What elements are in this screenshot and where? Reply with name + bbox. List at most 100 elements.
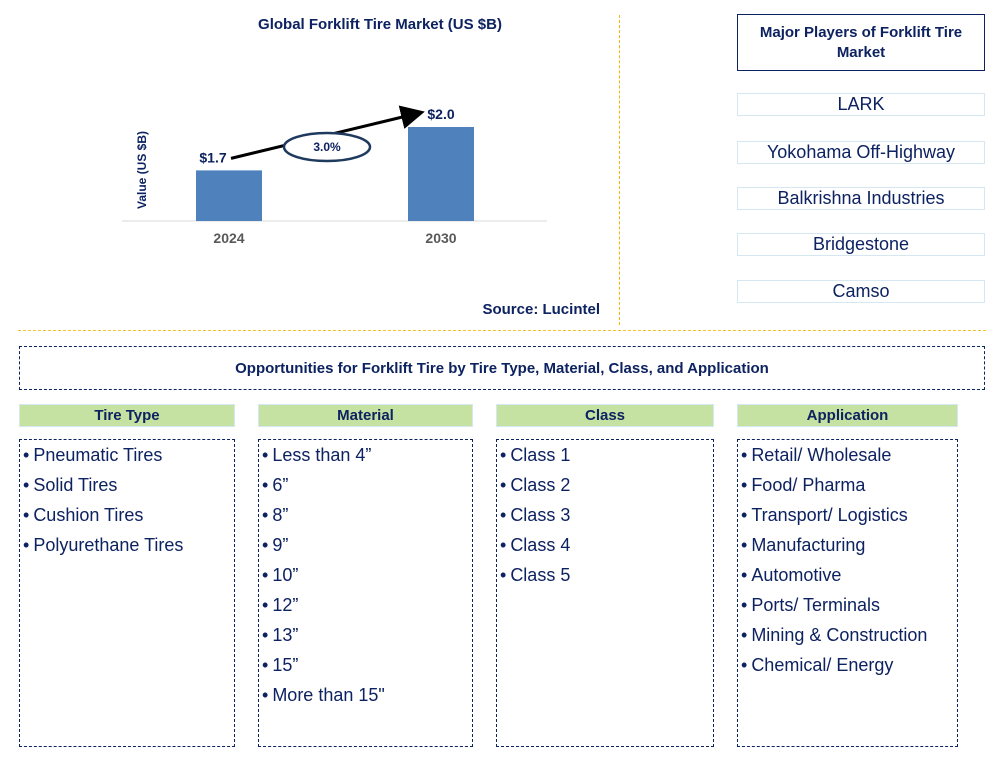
list-item-label: Class 1: [510, 445, 571, 465]
list-item-label: 8”: [272, 505, 289, 525]
list-item-label: Solid Tires: [33, 475, 118, 495]
list-item: • 12”: [259, 592, 472, 622]
player-item: Bridgestone: [737, 233, 985, 256]
list-item-label: Class 3: [510, 505, 571, 525]
list-item: • 15”: [259, 652, 472, 682]
list-item: • 9”: [259, 532, 472, 562]
bullet-icon: •: [262, 655, 269, 675]
list-item: • Polyurethane Tires: [20, 532, 234, 562]
list-item: • Mining & Construction: [738, 622, 957, 652]
bar-2024: [196, 170, 262, 221]
list-item: • Solid Tires: [20, 472, 234, 502]
y-axis-label: Value (US $B): [135, 131, 149, 209]
bullet-icon: •: [23, 505, 30, 525]
bullet-icon: •: [741, 625, 748, 645]
list-item: • Class 1: [497, 442, 713, 472]
players-header: Major Players of Forklift Tire Market: [737, 14, 985, 71]
list-item-label: Cushion Tires: [33, 505, 144, 525]
bullet-icon: •: [741, 565, 748, 585]
category-list-tire-type: • Pneumatic Tires • Solid Tires • Cushion Tir…: [19, 439, 235, 747]
list-item-label: Ports/ Terminals: [751, 595, 881, 615]
list-item-label: 12”: [272, 595, 299, 615]
bullet-icon: •: [23, 475, 30, 495]
list-item-label: Class 5: [510, 565, 571, 585]
bullet-icon: •: [741, 445, 748, 465]
list-item: • Automotive: [738, 562, 957, 592]
list-item: • 13”: [259, 622, 472, 652]
bullet-icon: •: [500, 445, 507, 465]
x-tick-label: 2024: [213, 230, 244, 246]
player-item: Camso: [737, 280, 985, 303]
list-item: • 10”: [259, 562, 472, 592]
category-list-application: • Retail/ Wholesale • Food/ Pharma • Transpor…: [737, 439, 958, 747]
list-item-label: More than 15": [272, 685, 385, 705]
list-item: • Class 2: [497, 472, 713, 502]
list-item-label: 6”: [272, 475, 289, 495]
bullet-icon: •: [262, 475, 269, 495]
list-item: • Pneumatic Tires: [20, 442, 234, 472]
category-header-tire-type: Tire Type: [19, 404, 235, 427]
bullet-icon: •: [500, 535, 507, 555]
list-item-label: Manufacturing: [751, 535, 866, 555]
opportunities-title: Opportunities for Forklift Tire by Tire …: [19, 346, 985, 390]
chart-title: Global Forklift Tire Market (US $B): [258, 16, 502, 33]
list-item: • Less than 4”: [259, 442, 472, 472]
list-item: • Food/ Pharma: [738, 472, 957, 502]
player-item: Balkrishna Industries: [737, 187, 985, 210]
cagr-label: 3.0%: [313, 140, 341, 154]
list-item-label: Class 4: [510, 535, 571, 555]
list-item-label: 13”: [272, 625, 299, 645]
list-item: • Cushion Tires: [20, 502, 234, 532]
list-item-label: Class 2: [510, 475, 571, 495]
data-label: $1.7: [199, 149, 226, 165]
list-item: • Class 5: [497, 562, 713, 592]
list-item-label: Mining & Construction: [751, 625, 928, 645]
bullet-icon: •: [262, 505, 269, 525]
category-list-class: • Class 1 • Class 2 • Class 3 • Class 4 • Class 5: [496, 439, 714, 747]
bullet-icon: •: [741, 535, 748, 555]
bullet-icon: •: [741, 595, 748, 615]
category-header-material: Material: [258, 404, 473, 427]
player-item: Yokohama Off-Highway: [737, 141, 985, 164]
list-item: • 8”: [259, 502, 472, 532]
list-item: • More than 15": [259, 682, 472, 712]
bullet-icon: •: [23, 445, 30, 465]
data-label: $2.0: [427, 106, 454, 122]
list-item: • 6”: [259, 472, 472, 502]
horizontal-divider: [18, 330, 986, 331]
source-label: Source: Lucintel: [482, 301, 600, 318]
vertical-divider: [619, 15, 620, 325]
x-tick-label: 2030: [425, 230, 456, 246]
list-item-label: Less than 4”: [272, 445, 372, 465]
bullet-icon: •: [262, 595, 269, 615]
list-item-label: Retail/ Wholesale: [751, 445, 892, 465]
list-item-label: Pneumatic Tires: [33, 445, 163, 465]
player-item: LARK: [737, 93, 985, 116]
list-item: • Manufacturing: [738, 532, 957, 562]
list-item-label: 15”: [272, 655, 299, 675]
list-item: • Class 3: [497, 502, 713, 532]
list-item-label: 9”: [272, 535, 289, 555]
list-item: • Ports/ Terminals: [738, 592, 957, 622]
category-header-class: Class: [496, 404, 714, 427]
bar-2030: [408, 127, 474, 221]
bullet-icon: •: [262, 535, 269, 555]
bullet-icon: •: [262, 445, 269, 465]
list-item-label: 10”: [272, 565, 299, 585]
bullet-icon: •: [500, 505, 507, 525]
category-header-application: Application: [737, 404, 958, 427]
list-item: • Transport/ Logistics: [738, 502, 957, 532]
bar-chart: Value (US $B) 2024 2030 $1.7 $2.0 3.0%: [122, 105, 547, 246]
bullet-icon: •: [262, 625, 269, 645]
bullet-icon: •: [23, 535, 30, 555]
list-item-label: Chemical/ Energy: [751, 655, 894, 675]
bullet-icon: •: [262, 565, 269, 585]
list-item: • Retail/ Wholesale: [738, 442, 957, 472]
list-item-label: Automotive: [751, 565, 842, 585]
list-item-label: Transport/ Logistics: [751, 505, 908, 525]
list-item: • Class 4: [497, 532, 713, 562]
bullet-icon: •: [500, 475, 507, 495]
bullet-icon: •: [262, 685, 269, 705]
bullet-icon: •: [741, 505, 748, 525]
list-item-label: Food/ Pharma: [751, 475, 866, 495]
